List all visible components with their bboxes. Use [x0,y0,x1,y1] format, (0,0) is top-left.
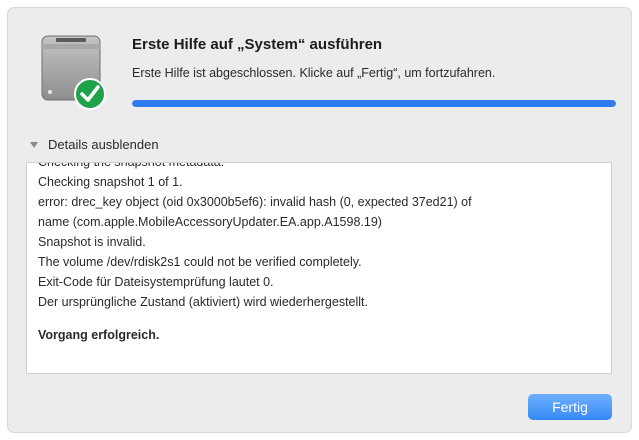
details-toggle[interactable]: Details ausblenden [30,137,159,152]
log-line: The volume /dev/rdisk2s1 could not be ve… [38,255,362,269]
log-output[interactable]: Checking the snapshot metadata. Checking… [26,162,612,374]
log-line: Checking snapshot 1 of 1. [38,175,183,189]
log-line-partial: Checking the snapshot metadata. [38,162,225,169]
progress-bar-fill [132,100,616,107]
log-line: name (com.apple.MobileAccessoryUpdater.E… [38,215,382,229]
first-aid-dialog: Erste Hilfe auf „System“ ausführen Erste… [8,8,631,432]
dialog-subtitle: Erste Hilfe ist abgeschlossen. Klicke au… [132,66,496,80]
progress-bar [132,100,616,107]
log-line: Der ursprüngliche Zustand (aktiviert) wi… [38,295,368,309]
log-line: Snapshot is invalid. [38,235,146,249]
log-result: Vorgang erfolgreich. [38,328,160,342]
details-toggle-label: Details ausblenden [48,137,159,152]
hard-disk-icon [41,35,106,110]
log-content: Checking the snapshot metadata. Checking… [38,162,603,345]
dialog-title: Erste Hilfe auf „System“ ausführen [132,36,383,53]
log-line: error: drec_key object (oid 0x3000b5ef6)… [38,195,472,209]
done-button[interactable]: Fertig [528,394,612,420]
checkmark-badge-icon [74,78,106,110]
log-line: Exit-Code für Dateisystemprüfung lautet … [38,275,274,289]
disclosure-triangle-icon[interactable] [30,141,38,148]
